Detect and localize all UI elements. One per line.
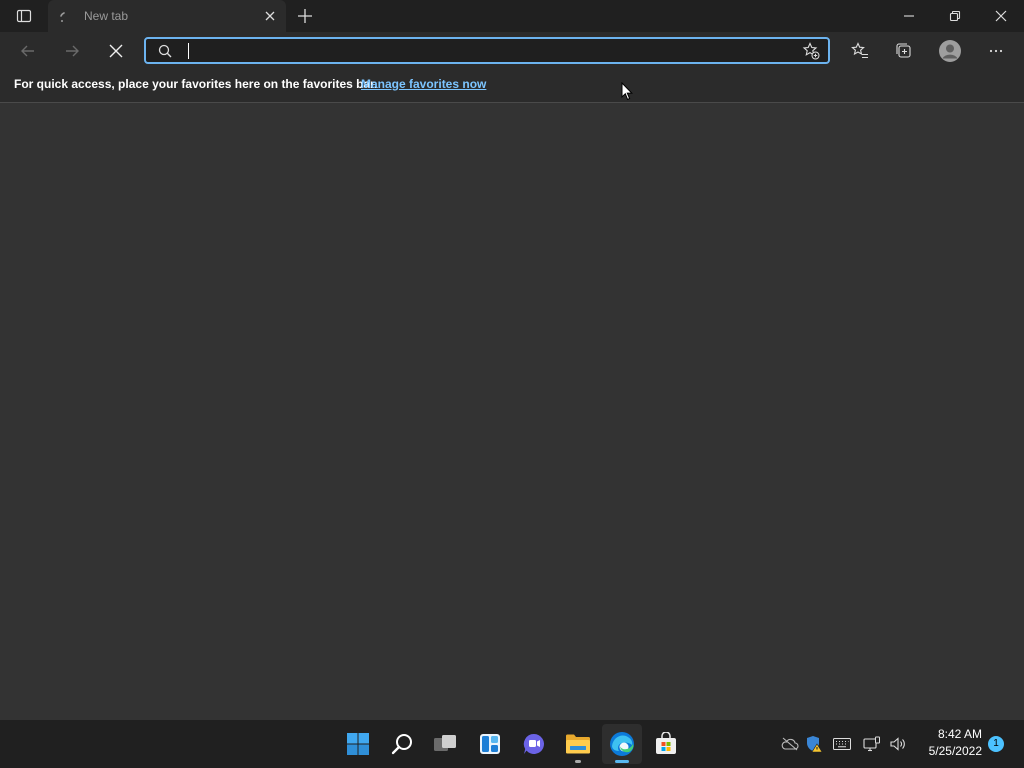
favorites-list-icon [851,42,868,59]
forward-arrow-icon [66,45,79,57]
favorites-bar: For quick access, place your favorites h… [0,70,1024,103]
store-icon [656,732,676,754]
favorites-button[interactable] [844,35,876,67]
more-icon [989,49,1003,53]
taskbar-search-button[interactable] [382,724,422,764]
address-bar[interactable] [144,37,830,64]
running-indicator [575,760,581,763]
search-icon [158,44,172,58]
text-caret [188,43,189,59]
manage-favorites-link[interactable]: Manage favorites now [361,70,486,98]
stop-loading-button[interactable] [100,35,132,67]
onedrive-icon[interactable] [780,734,800,754]
search-icon [391,734,412,755]
mouse-pointer-icon [621,82,633,101]
tab-title: New tab [84,9,129,23]
task-view-button[interactable] [426,724,466,764]
plus-icon [298,9,312,23]
avatar-icon [939,40,961,62]
system-clock[interactable]: 8:42 AM 5/25/2022 [916,726,982,760]
network-icon[interactable] [862,734,882,754]
back-arrow-icon [21,45,34,57]
back-button[interactable] [12,35,44,67]
minimize-button[interactable] [886,0,932,32]
taskbar: 8:42 AM 5/25/2022 [0,720,1024,768]
collections-button[interactable] [888,35,920,67]
close-icon [265,11,275,21]
close-icon [995,10,1007,22]
close-window-button[interactable] [978,0,1024,32]
settings-more-button[interactable] [980,35,1012,67]
windows-logo-icon [347,733,369,755]
tab-close-button[interactable] [262,8,278,24]
folder-icon [566,734,590,754]
teams-chat-icon [523,733,545,754]
restore-button[interactable] [932,0,978,32]
edge-taskbar-button[interactable] [602,724,642,764]
collections-icon [896,43,911,58]
active-indicator [615,760,629,763]
widgets-icon [480,734,500,754]
minimize-icon [904,15,914,17]
tab-new-tab[interactable]: New tab [48,0,286,32]
page-content [0,103,1024,720]
chat-button[interactable] [514,724,554,764]
restore-icon [949,10,961,22]
keyboard-icon[interactable] [832,734,852,754]
security-shield-icon[interactable] [804,734,824,754]
tab-actions-icon [16,8,32,24]
loading-spinner-icon [58,9,74,25]
new-tab-button[interactable] [292,2,318,30]
widgets-button[interactable] [470,724,510,764]
address-input[interactable] [186,41,786,60]
close-icon [109,44,123,58]
clock-date: 5/25/2022 [928,744,982,758]
favorites-bar-message: For quick access, place your favorites h… [14,77,378,91]
clock-time: 8:42 AM [937,727,982,741]
start-button[interactable] [338,724,378,764]
forward-button[interactable] [56,35,88,67]
edge-icon [610,732,634,756]
profile-button[interactable] [934,35,966,67]
file-explorer-button[interactable] [558,724,598,764]
notification-badge[interactable]: 1 [988,736,1004,752]
tab-actions-button[interactable] [8,0,40,32]
title-bar: New tab [0,0,1024,32]
add-favorite-icon[interactable] [802,42,820,60]
store-button[interactable] [646,724,686,764]
task-view-icon [434,735,456,751]
volume-icon[interactable] [888,734,908,754]
